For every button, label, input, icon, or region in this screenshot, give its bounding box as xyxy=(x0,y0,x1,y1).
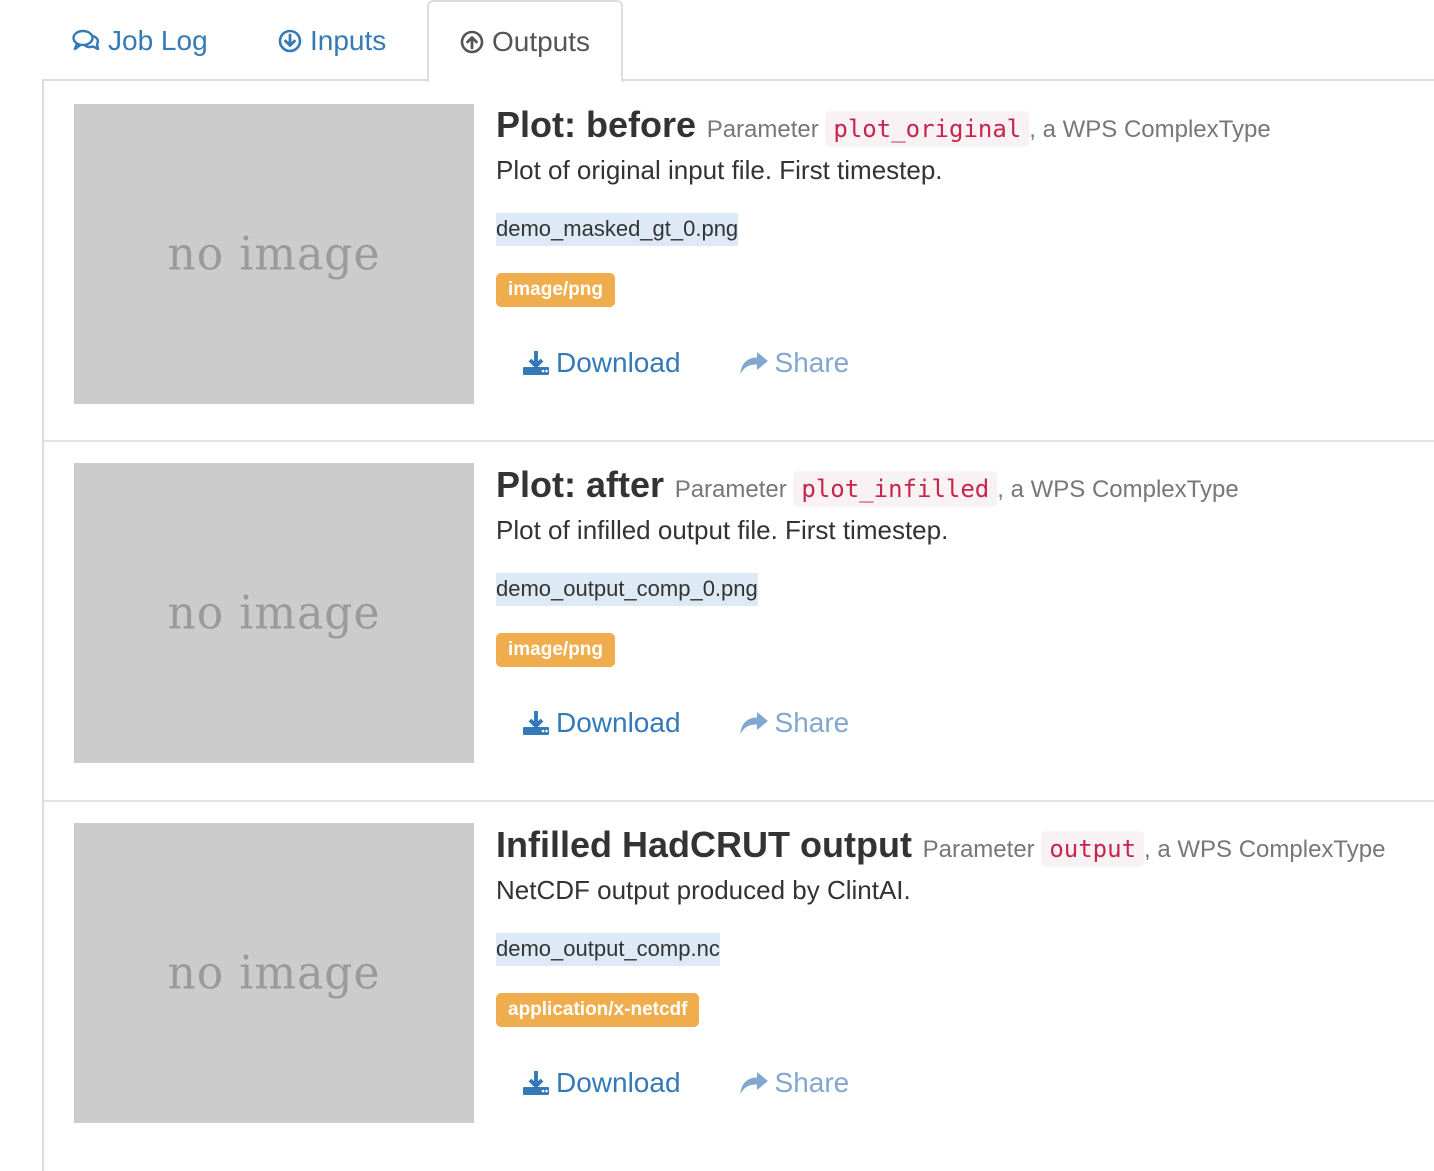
tab-inputs[interactable]: Inputs xyxy=(278,0,386,81)
mime-type-badge: image/png xyxy=(496,273,616,307)
thumbnail: no image xyxy=(74,104,474,404)
no-image-text: no image xyxy=(167,227,381,281)
output-filename: demo_output_comp_0.png xyxy=(496,573,758,606)
output-header: Infilled HadCRUT output Parameter output… xyxy=(496,823,1434,867)
mime-type-badge: application/x-netcdf xyxy=(496,993,700,1027)
download-label: Download xyxy=(556,1067,681,1098)
output-info: Plot: before Parameter plot_original, a … xyxy=(496,103,1434,381)
no-image-text: no image xyxy=(167,586,381,640)
output-info: Plot: after Parameter plot_infilled, a W… xyxy=(496,463,1434,741)
share-icon xyxy=(739,351,769,375)
parameter-type: , a WPS ComplexType xyxy=(1029,116,1271,143)
output-description: Plot of original input file. First times… xyxy=(496,155,943,185)
outputs-panel: no image Plot: before Parameter plot_ori… xyxy=(42,81,1434,1171)
no-image-text: no image xyxy=(167,946,381,1000)
share-icon xyxy=(739,711,769,735)
output-actions: Download Share xyxy=(496,345,1434,381)
parameter-prefix: Parameter xyxy=(674,476,787,503)
tab-label: Job Log xyxy=(108,24,208,56)
share-label: Share xyxy=(774,1067,850,1098)
output-title: Plot: before xyxy=(496,104,697,145)
share-label: Share xyxy=(774,347,850,378)
download-label: Download xyxy=(556,707,681,738)
share-button[interactable]: Share xyxy=(739,707,850,739)
tab-outputs[interactable]: Outputs xyxy=(427,0,623,83)
output-title: Plot: after xyxy=(496,464,665,505)
tab-label: Outputs xyxy=(491,25,591,57)
download-label: Download xyxy=(556,347,681,378)
tab-bar: Job Log Inputs Outputs xyxy=(42,0,1434,83)
divider xyxy=(44,440,1434,442)
parameter-prefix: Parameter xyxy=(922,836,1035,863)
output-filename: demo_output_comp.nc xyxy=(496,933,720,966)
parameter-name: plot_original xyxy=(825,111,1030,147)
badge-row: image/png xyxy=(496,633,1434,669)
share-icon xyxy=(739,1071,769,1095)
badge-row: application/x-netcdf xyxy=(496,993,1434,1029)
output-header: Plot: before Parameter plot_original, a … xyxy=(496,103,1434,147)
output-info: Infilled HadCRUT output Parameter output… xyxy=(496,823,1434,1101)
comments-icon xyxy=(72,29,100,53)
parameter-name: plot_infilled xyxy=(793,471,998,507)
output-title: Infilled HadCRUT output xyxy=(496,824,912,865)
thumbnail: no image xyxy=(74,823,474,1123)
output-actions: Download Share xyxy=(496,1065,1434,1101)
arrow-circle-down-icon xyxy=(278,29,302,53)
mime-type-badge: image/png xyxy=(496,633,616,667)
parameter-prefix: Parameter xyxy=(706,116,819,143)
parameter-type: , a WPS ComplexType xyxy=(1144,836,1386,863)
divider xyxy=(44,800,1434,802)
output-actions: Download Share xyxy=(496,705,1434,741)
download-button[interactable]: Download xyxy=(522,347,681,379)
parameter-name: output xyxy=(1041,831,1145,867)
download-icon xyxy=(522,350,550,376)
share-label: Share xyxy=(774,707,850,738)
arrow-circle-up-icon xyxy=(460,30,484,54)
output-header: Plot: after Parameter plot_infilled, a W… xyxy=(496,463,1434,507)
download-button[interactable]: Download xyxy=(522,1067,681,1099)
output-description: Plot of infilled output file. First time… xyxy=(496,515,949,545)
download-button[interactable]: Download xyxy=(522,707,681,739)
download-icon xyxy=(522,1070,550,1096)
output-filename: demo_masked_gt_0.png xyxy=(496,213,739,246)
download-icon xyxy=(522,710,550,736)
badge-row: image/png xyxy=(496,273,1434,309)
tab-label: Inputs xyxy=(310,24,387,56)
tab-job-log[interactable]: Job Log xyxy=(72,0,208,81)
parameter-type: , a WPS ComplexType xyxy=(997,476,1239,503)
share-button[interactable]: Share xyxy=(739,347,850,379)
thumbnail: no image xyxy=(74,463,474,763)
output-description: NetCDF output produced by ClintAI. xyxy=(496,875,911,905)
share-button[interactable]: Share xyxy=(739,1067,850,1099)
